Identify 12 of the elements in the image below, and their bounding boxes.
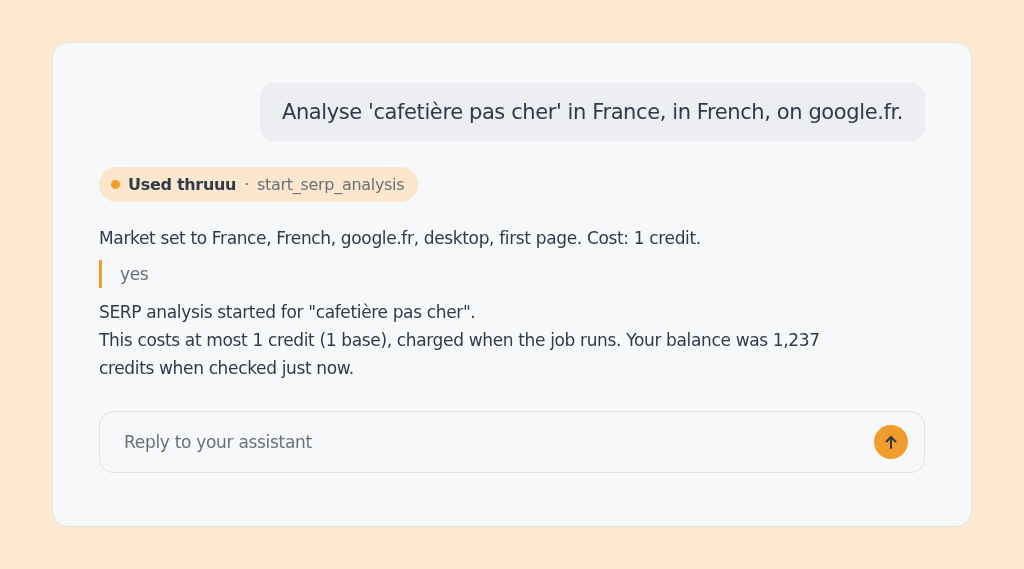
send-button[interactable] — [874, 425, 908, 459]
response-text: Market set to France, French, google.fr, desktop, first page. Cost: 1 credit. — [99, 227, 702, 250]
quoted-reply: yes — [99, 260, 869, 288]
tool-label: Used thruuu — [128, 175, 237, 194]
arrow-up-icon — [885, 435, 897, 449]
user-message: Analyse 'cafetière pas cher' in France, in French, on google.fr. — [259, 83, 925, 141]
reply-field[interactable]: Reply to your assistant — [122, 431, 874, 453]
response-text: SERP analysis started for "cafetière pas cher". — [99, 301, 477, 324]
separator: · — [244, 175, 249, 194]
reply-box[interactable]: Reply to your assistant — [99, 411, 925, 473]
response-text: This costs at most 1 credit (1 base), charged when the job runs. Your balance was 1,237 credits when checked just now. — [99, 329, 821, 380]
tool-name: start_serp_analysis — [257, 175, 405, 194]
